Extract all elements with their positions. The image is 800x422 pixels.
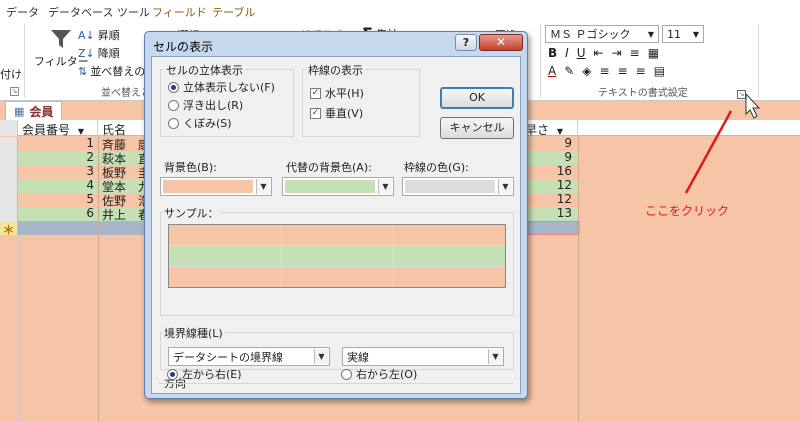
cancel-button[interactable]: キャンセル [440,117,514,139]
sample-label: サンプル： [162,205,221,221]
checkmark-icon: ✓ [310,87,321,99]
line-style-select[interactable]: 実線 ▼ [342,347,504,366]
effect-raised-radio[interactable]: 浮き出し(R) [168,97,243,113]
checkmark-icon: ✓ [310,107,321,119]
effect-flat-radio[interactable]: 立体表示しない(F) [168,79,275,95]
grid-color-select[interactable]: ▼ [402,177,514,196]
dir-ltr-label: 左から右(E) [182,368,242,381]
dir-ltr-radio[interactable]: 左から右(E) [167,366,242,382]
dir-rtl-radio[interactable]: 右から左(O) [341,366,417,382]
border-type-value: データシートの境界線 [173,351,283,364]
effect-sunken-label: くぼみ(S) [183,117,232,130]
alt-bg-color-swatch [285,180,375,193]
chevron-down-icon: ▼ [498,179,512,194]
chevron-down-icon: ▼ [488,349,502,364]
effect-flat-label: 立体表示しない(F) [183,81,275,94]
border-style-group-label: 境界線種(L) [162,325,225,341]
line-style-value: 実線 [347,351,369,364]
cell-effect-dialog: セルの表示 ? ✕ セルの立体表示 立体表示しない(F) 浮き出し(R) くぼみ… [144,31,528,399]
radio-icon [341,368,352,380]
chevron-down-icon: ▼ [378,179,392,194]
alt-bg-color-select[interactable]: ▼ [282,177,394,196]
radio-icon [168,117,179,129]
dialog-title: セルの表示 [153,40,214,54]
radio-icon [168,99,179,111]
ok-button[interactable]: OK [440,87,514,109]
gridlines-group-label: 枠線の表示 [306,62,365,78]
grid-vertical-checkbox[interactable]: ✓ 垂直(V) [310,105,363,121]
grid-color-swatch [405,180,495,193]
close-button[interactable]: ✕ [479,34,523,51]
annotation-text: ここをクリック [645,204,730,218]
chevron-down-icon: ▼ [256,179,270,194]
effect-sunken-radio[interactable]: くぼみ(S) [168,115,232,131]
bg-color-label: 背景色(B): [162,159,219,175]
sample-preview [168,224,506,288]
mouse-cursor-icon [745,92,761,119]
chevron-down-icon: ▼ [314,349,328,364]
help-button[interactable]: ? [455,34,477,51]
grid-vertical-label: 垂直(V) [325,107,364,120]
effect-raised-label: 浮き出し(R) [183,99,244,112]
cell-effect-group-label: セルの立体表示 [164,62,245,78]
gridlines-group [302,69,420,137]
radio-icon [168,81,179,93]
border-type-select[interactable]: データシートの境界線 ▼ [168,347,330,366]
dir-rtl-label: 右から左(O) [356,368,418,381]
radio-icon [167,368,178,380]
grid-color-label: 枠線の色(G): [402,159,471,175]
grid-horizontal-label: 水平(H) [325,87,364,100]
direction-group [159,383,513,384]
bg-color-swatch [163,180,253,193]
alt-bg-color-label: 代替の背景色(A): [284,159,374,175]
dialog-body: セルの立体表示 立体表示しない(F) 浮き出し(R) くぼみ(S) 枠線の表示 … [151,56,521,394]
bg-color-select[interactable]: ▼ [160,177,272,196]
grid-horizontal-checkbox[interactable]: ✓ 水平(H) [310,85,364,101]
